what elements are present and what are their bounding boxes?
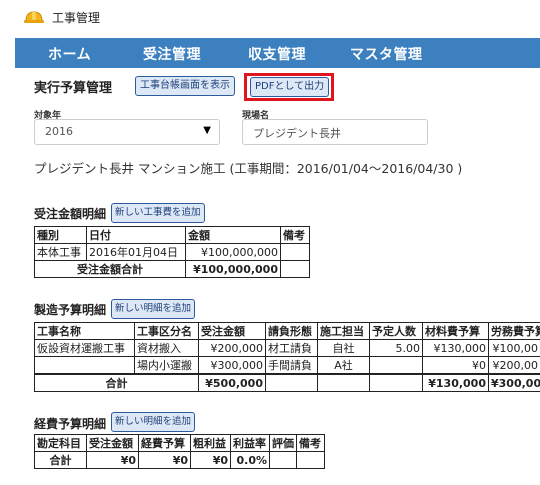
export-pdf-button[interactable]: PDFとして出力 [250, 77, 330, 97]
column-header: 請負形態 [265, 322, 318, 340]
column-header: 予定人数 [369, 322, 423, 340]
column-header: 備考 [296, 434, 325, 452]
column-header: 工事区分名 [134, 322, 199, 340]
table-cell: A社 [317, 356, 370, 375]
page-title: 実行予算管理 [34, 81, 113, 96]
table-cell: ¥0 [190, 451, 231, 469]
total-row: 受注金額合計 ¥100,000,000 [34, 260, 310, 278]
total-label: 合計 [34, 373, 199, 392]
nav-item-orders[interactable]: 受注管理 [143, 44, 201, 64]
helmet-icon [24, 11, 44, 23]
total-label: 受注金額合計 [34, 260, 186, 278]
table-row[interactable]: 本体工事 2016年01月04日 ¥100,000,000 [34, 243, 310, 261]
table-cell [369, 356, 423, 375]
column-header: 施工担当 [317, 322, 370, 340]
total-material-value: ¥130,000 [422, 373, 489, 392]
column-header: 金額 [185, 226, 281, 244]
manufacturing-section-title: 製造予算明細 [34, 303, 107, 317]
column-header: 経費予算 [138, 434, 191, 452]
column-header: 労務費予算 [488, 322, 540, 340]
column-header: 勘定科目 [34, 434, 87, 452]
order-table: 種別 日付 金額 備考 本体工事 2016年01月04日 ¥100,000,00… [34, 226, 310, 278]
table-row[interactable]: 場内小運搬 ¥300,000 手間請負 A社 ¥0 ¥200,00 [34, 356, 540, 375]
add-expense-item-button[interactable]: 新しい明細を追加 [111, 412, 196, 432]
nav-item-income-expense[interactable]: 収支管理 [248, 44, 306, 64]
table-cell: 0.0% [230, 451, 270, 469]
manufacturing-table: 工事名称 工事区分名 受注金額 請負形態 施工担当 予定人数 材料費予算 労務費… [34, 322, 540, 392]
total-label: 合計 [34, 451, 87, 469]
column-header: 受注金額 [198, 322, 266, 340]
add-manufacturing-item-button[interactable]: 新しい明細を追加 [111, 299, 196, 319]
table-cell: ¥200,00 [488, 356, 540, 375]
column-header: 工事名称 [34, 322, 135, 340]
table-cell: ¥300,000 [198, 356, 266, 375]
total-row: 合計 ¥0 ¥0 ¥0 0.0% [34, 451, 325, 469]
total-row: 合計 ¥500,000 ¥130,000 ¥300,00 [34, 373, 540, 392]
column-header: 評価 [269, 434, 297, 452]
table-cell: 仮設資材運搬工事 [34, 339, 135, 357]
table-cell: ¥200,000 [198, 339, 266, 357]
table-cell: 手間請負 [265, 356, 318, 375]
total-labor-value: ¥300,00 [488, 373, 540, 392]
table-cell: 自社 [317, 339, 370, 357]
column-header: 利益率 [230, 434, 270, 452]
column-header: 備考 [280, 226, 310, 244]
table-header-row: 勘定科目 受注金額 経費予算 粗利益 利益率 評価 備考 [34, 434, 325, 452]
table-cell: 本体工事 [34, 243, 87, 261]
order-section-title: 受注金額明細 [34, 207, 107, 221]
table-cell: ¥0 [138, 451, 191, 469]
project-info: プレジデント長井 マンション施工 (工事期間：2016/01/04～2016/0… [34, 161, 463, 176]
table-cell: 場内小運搬 [134, 356, 199, 375]
table-cell: ¥0 [86, 451, 139, 469]
year-select[interactable]: 2016 ▼ [34, 119, 220, 145]
table-cell [265, 373, 318, 392]
total-value: ¥100,000,000 [185, 260, 281, 278]
table-cell [296, 451, 325, 469]
show-ledger-button[interactable]: 工事台帳画面を表示 [135, 76, 235, 96]
column-header: 受注金額 [86, 434, 139, 452]
table-row[interactable]: 仮設資材運搬工事 資材搬入 ¥200,000 材工請負 自社 5.00 ¥130… [34, 339, 540, 357]
column-header: 日付 [86, 226, 186, 244]
site-input-value: プレジデント長井 [253, 127, 341, 140]
table-cell: ¥130,000 [422, 339, 489, 357]
table-header-row: 種別 日付 金額 備考 [34, 226, 310, 244]
expense-section-title: 経費予算明細 [34, 417, 107, 431]
table-cell: 2016年01月04日 [86, 243, 186, 261]
expense-table: 勘定科目 受注金額 経費予算 粗利益 利益率 評価 備考 合計 ¥0 ¥0 ¥0… [34, 434, 325, 469]
site-input[interactable]: プレジデント長井 [242, 119, 428, 145]
app-title[interactable]: 工事管理 [52, 9, 100, 26]
year-select-value: 2016 [45, 125, 73, 138]
total-order-value: ¥500,000 [198, 373, 266, 392]
nav-item-home[interactable]: ホーム [48, 44, 91, 64]
add-construction-cost-button[interactable]: 新しい工事費を追加 [111, 203, 205, 223]
main-navbar: ホーム 受注管理 収支管理 マスタ管理 [15, 38, 540, 68]
chevron-down-icon: ▼ [203, 125, 211, 136]
table-cell [317, 373, 370, 392]
table-cell: ¥0 [422, 356, 489, 375]
column-header: 粗利益 [190, 434, 231, 452]
table-cell: 5.00 [369, 339, 423, 357]
nav-item-master[interactable]: マスタ管理 [350, 44, 423, 64]
table-cell [34, 356, 135, 375]
table-cell: 資材搬入 [134, 339, 199, 357]
table-cell: ¥100,00 [488, 339, 540, 357]
column-header: 種別 [34, 226, 87, 244]
table-cell: 材工請負 [265, 339, 318, 357]
table-cell [369, 373, 423, 392]
app-header: 工事管理 [0, 0, 540, 38]
table-header-row: 工事名称 工事区分名 受注金額 請負形態 施工担当 予定人数 材料費予算 労務費… [34, 322, 540, 340]
column-header: 材料費予算 [422, 322, 489, 340]
table-cell [269, 451, 297, 469]
table-cell: ¥100,000,000 [185, 243, 281, 261]
table-cell [280, 260, 310, 278]
table-cell [280, 243, 310, 261]
